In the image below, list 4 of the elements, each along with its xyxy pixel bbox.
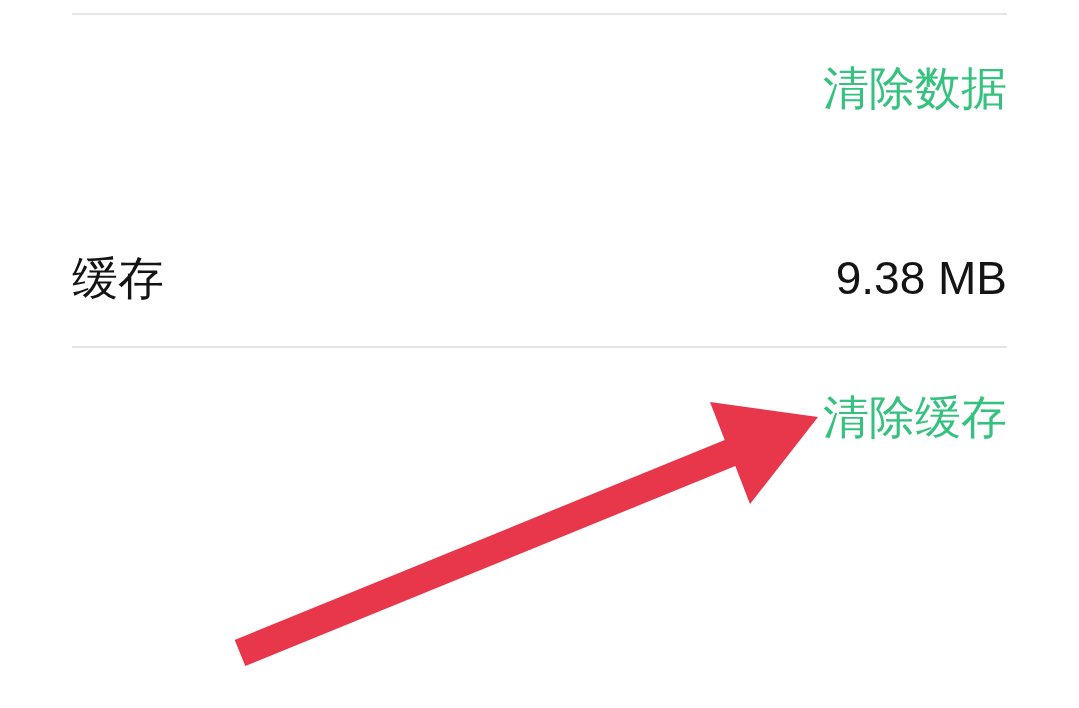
- action-button[interactable]: 清除缓存: [823, 389, 1007, 445]
- setting-value: 9.38 MB: [835, 251, 1007, 306]
- action-button[interactable]: 清除数据: [823, 60, 1007, 116]
- setting-label: 缓存: [72, 251, 164, 306]
